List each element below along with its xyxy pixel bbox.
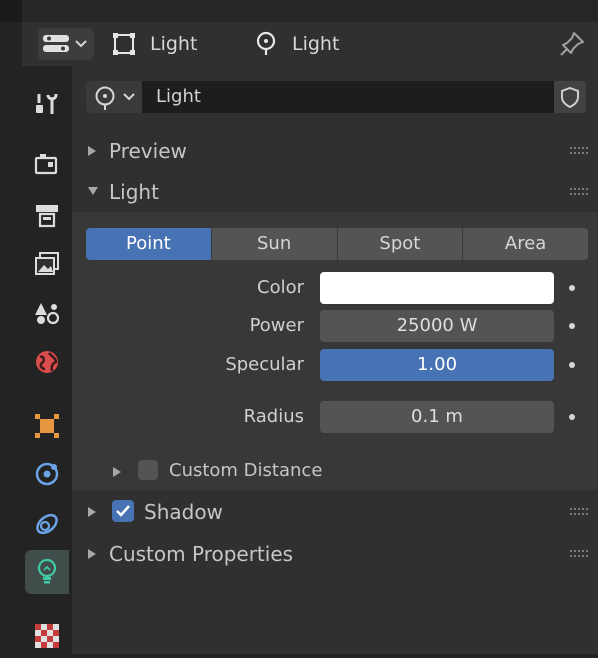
collapsed-arrow-icon — [88, 146, 96, 156]
custom-distance-label: Custom Distance — [169, 460, 323, 481]
light-type-selector: Point Sun Spot Area — [86, 228, 588, 260]
collapsed-arrow-icon — [88, 507, 96, 517]
custom-properties-section-header[interactable]: Custom Properties — [72, 534, 598, 574]
keyframe-dot-icon[interactable] — [569, 414, 575, 420]
context-object-label: Light — [150, 33, 198, 55]
physics-tab[interactable] — [25, 452, 69, 496]
light-bulb-icon — [95, 86, 115, 110]
light-type-point[interactable]: Point — [86, 228, 212, 260]
preview-section-header[interactable]: Preview — [72, 131, 598, 171]
drag-handle-icon[interactable] — [570, 550, 588, 558]
shield-icon — [561, 86, 579, 109]
tool-icon — [36, 94, 58, 114]
top-strip-inner — [22, 0, 598, 22]
object-icon — [35, 414, 59, 438]
keyframe-dot-icon[interactable] — [569, 323, 575, 329]
drag-handle-icon[interactable] — [570, 508, 588, 516]
world-tab[interactable] — [25, 340, 69, 384]
texture-tab[interactable] — [25, 614, 69, 658]
specular-slider[interactable]: 1.00 — [320, 349, 554, 381]
custom-properties-section-title: Custom Properties — [109, 542, 294, 566]
collapsed-arrow-icon — [113, 467, 121, 477]
radius-row: Radius 0.1 m — [72, 401, 598, 433]
light-section-title: Light — [109, 180, 159, 204]
collapsed-arrow-icon — [88, 549, 96, 559]
left-gutter — [0, 22, 22, 654]
scene-icon — [35, 303, 60, 325]
drag-handle-icon[interactable] — [570, 188, 588, 196]
checkmark-icon — [116, 505, 130, 517]
properties-header: Light Light — [22, 22, 598, 66]
drag-handle-icon[interactable] — [570, 147, 588, 155]
color-row: Color — [72, 272, 598, 304]
light-datablock-name[interactable]: Light — [142, 81, 554, 113]
context-object[interactable]: Light — [112, 22, 197, 66]
light-type-sun[interactable]: Sun — [211, 228, 338, 260]
preview-section-title: Preview — [109, 139, 187, 163]
shadow-checkbox[interactable] — [112, 500, 134, 522]
radius-label: Radius — [243, 406, 304, 427]
render-camera-icon — [34, 154, 58, 175]
light-type-browse[interactable] — [90, 81, 142, 113]
power-label: Power — [249, 315, 304, 336]
object-data-icon — [113, 33, 135, 55]
light-type-area[interactable]: Area — [463, 228, 588, 260]
world-globe-icon — [36, 351, 58, 373]
object-tab[interactable] — [25, 404, 69, 448]
properties-tabs — [22, 66, 72, 654]
view-layer-icon — [35, 252, 59, 275]
editor-type-icon — [43, 35, 69, 52]
keyframe-dot-icon[interactable] — [569, 362, 575, 368]
radius-field[interactable]: 0.1 m — [320, 401, 554, 433]
render-tab[interactable] — [25, 142, 69, 186]
fake-user-button[interactable] — [554, 81, 586, 113]
view-layer-tab[interactable] — [25, 242, 69, 286]
light-type-spot[interactable]: Spot — [337, 228, 464, 260]
shadow-section-header[interactable]: Shadow — [72, 492, 598, 532]
light-data-tab[interactable] — [25, 550, 69, 594]
light-datablock-selector: Light — [86, 81, 586, 113]
output-tab[interactable] — [25, 194, 69, 238]
specular-label: Specular — [225, 354, 304, 375]
light-section-header[interactable]: Light — [72, 172, 598, 212]
pin-icon[interactable] — [558, 30, 586, 58]
custom-distance-subpanel-header[interactable]: Custom Distance — [72, 454, 598, 488]
light-bulb-icon — [37, 558, 57, 584]
context-data[interactable]: Light — [254, 22, 339, 66]
keyframe-dot-icon[interactable] — [569, 285, 575, 291]
power-row: Power 25000 W — [72, 310, 598, 342]
output-printer-icon — [36, 205, 58, 228]
context-data-label: Light — [292, 33, 340, 55]
color-label: Color — [257, 277, 304, 298]
chevron-down-icon — [75, 40, 87, 48]
custom-distance-checkbox[interactable] — [138, 460, 158, 480]
properties-panel: Light Preview Light Point Sun Spot Area … — [72, 66, 598, 654]
texture-checker-icon — [35, 624, 59, 648]
scene-tab[interactable] — [25, 292, 69, 336]
light-section-body: Point Sun Spot Area Color Power 25000 W … — [72, 212, 598, 490]
constraints-tab[interactable] — [25, 502, 69, 546]
color-swatch[interactable] — [320, 272, 554, 304]
tool-tab[interactable] — [25, 82, 69, 126]
expanded-arrow-icon — [88, 187, 98, 195]
shadow-section-title: Shadow — [144, 500, 223, 524]
chevron-down-icon — [123, 93, 135, 101]
power-field[interactable]: 25000 W — [320, 310, 554, 342]
physics-icon — [35, 462, 59, 486]
light-bulb-icon — [256, 31, 276, 55]
top-strip — [0, 0, 598, 22]
constraint-icon — [36, 513, 58, 535]
specular-row: Specular 1.00 — [72, 349, 598, 381]
editor-type-button[interactable] — [38, 28, 94, 60]
